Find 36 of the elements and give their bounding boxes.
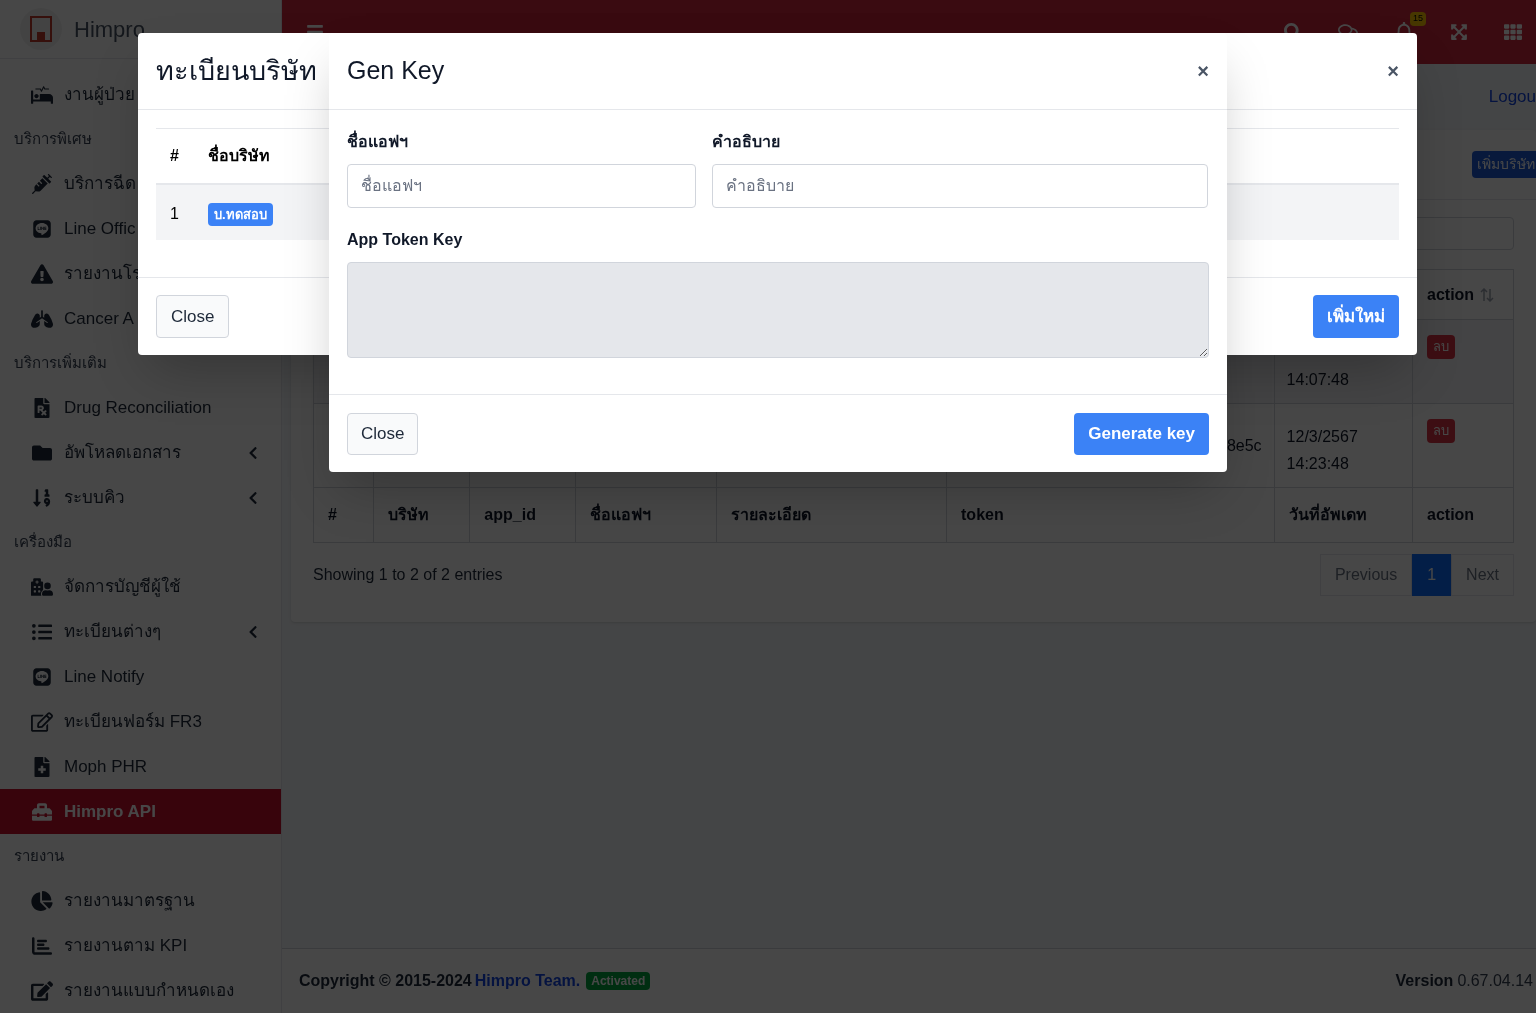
close-button[interactable]: Close [156, 295, 230, 338]
column-footer: บริษัท [387, 506, 429, 523]
field-label: คำอธิบาย [712, 132, 781, 152]
column-header: ชื่อบริษัท [208, 146, 270, 164]
dialog-title: ทะเบียนบริษัท [156, 54, 317, 88]
column-footer: token [961, 506, 1004, 523]
copyright-text: Copyright © 2015-2024 [299, 971, 472, 991]
version-number: 0.67.04.14 [1457, 971, 1533, 991]
table-cell-text: 14:23:48 [1286, 454, 1350, 474]
column-footer: # [328, 506, 337, 523]
add-new-button[interactable]: เพิ่มใหม่ [1313, 295, 1399, 338]
field-label: ชื่อแอฟฯ [347, 130, 696, 154]
field-label: App Token Key [347, 230, 464, 250]
dialog-title: Gen Key [347, 55, 445, 87]
company-badge[interactable]: บ.ทดสอบ [208, 202, 273, 226]
column-header: # [170, 146, 179, 164]
section-heading: บริการพิเศษ [14, 128, 92, 149]
section-heading: บริการเพิ่มเติม [14, 352, 107, 373]
close-button[interactable]: × [1387, 56, 1399, 86]
generate-key-button[interactable]: Generate key [1074, 412, 1209, 455]
section-heading: รายงาน [14, 845, 64, 866]
column-footer: รายละเอียด [731, 506, 812, 523]
close-button[interactable]: Close [347, 412, 419, 455]
input-field[interactable]: คำอธิบาย [712, 164, 1208, 208]
section-heading: เครื่องมือ [14, 531, 72, 552]
entries-info: Showing 1 to 2 of 2 entries [313, 565, 503, 585]
column-footer: app_id [484, 506, 536, 523]
token-field[interactable] [347, 262, 1209, 358]
input-field[interactable]: ชื่อแอฟฯ [347, 164, 696, 208]
table-cell: 1 [170, 204, 179, 222]
table-cell-text: 14:07:48 [1286, 370, 1350, 390]
column-footer: action [1427, 506, 1475, 523]
version-label: Version [1395, 971, 1454, 991]
close-button[interactable]: × [1197, 56, 1209, 86]
table-cell: 8e5c [1226, 436, 1262, 454]
table-cell-text: 12/3/2567 [1286, 427, 1359, 447]
